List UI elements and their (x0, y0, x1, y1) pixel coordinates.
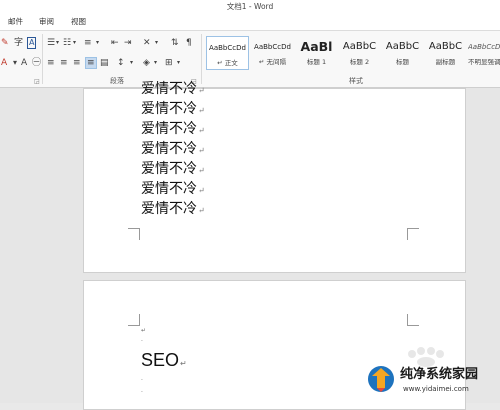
watermark-url: www.yidaimei.com (403, 385, 469, 393)
ribbon-divider (201, 34, 202, 84)
line-spacing-icon[interactable]: ↕ (117, 58, 125, 68)
paragraph-mark-icon: ↵ (198, 166, 205, 175)
distributed-icon[interactable]: ▤ (100, 58, 109, 68)
watermark-title: 纯净系统家园 (400, 367, 479, 382)
styles-group-label: 样式 (349, 77, 363, 85)
ribbon-tabs: 邮件 审阅 视图 (0, 14, 500, 30)
numbering-icon[interactable]: ☷ (63, 38, 71, 48)
crop-mark (407, 314, 419, 326)
paragraph-mark-icon: ↵ (198, 206, 205, 215)
borders-icon[interactable]: ⊞ (165, 58, 173, 68)
sort-icon[interactable]: ⇅ (171, 38, 179, 48)
document-line[interactable]: 爱情不冷↵ (141, 160, 205, 180)
paragraph-mark-icon: ↵ (198, 106, 205, 115)
paragraph-mark-icon: · (141, 377, 143, 384)
chinese-layout-icon[interactable]: ✕ (143, 38, 151, 48)
site-watermark: 纯净系统家园 www.yidaimei.com (366, 358, 500, 403)
multilevel-list-dropdown-icon[interactable]: ▾ (96, 38, 99, 48)
bullets-dropdown-icon[interactable]: ▾ (56, 38, 59, 48)
paragraph-mark-icon: · (141, 389, 143, 396)
crop-mark (407, 228, 419, 240)
character-border-icon[interactable]: A (27, 37, 37, 49)
eraser-icon[interactable]: ✎ (1, 38, 9, 48)
tab-review[interactable]: 审阅 (39, 16, 54, 28)
multilevel-list-icon[interactable]: ≡ (84, 38, 92, 48)
numbering-dropdown-icon[interactable]: ▾ (73, 38, 76, 48)
bullets-icon[interactable]: ☰ (47, 38, 55, 48)
show-formatting-marks-icon[interactable]: ¶ (186, 38, 192, 48)
shading-icon[interactable]: ◈ (143, 58, 150, 68)
document-line[interactable]: 爱情不冷↵ (141, 140, 205, 160)
style-heading-2[interactable]: AaBbC 标题 2 (338, 36, 381, 70)
paragraph-mark-icon: ↵ (198, 126, 205, 135)
paragraph-mark-icon: ↵ (198, 86, 205, 95)
font-color-icon[interactable]: A (1, 58, 7, 68)
style-no-spacing[interactable]: AaBbCcDd ↵ 无间隔 (251, 36, 294, 70)
paragraph-group-label: 段落 (110, 77, 124, 85)
window-title: 文档1 - Word (226, 2, 274, 11)
tab-mailings[interactable]: 邮件 (8, 16, 23, 28)
paragraph-mark-icon: ↵ (198, 146, 205, 155)
chinese-layout-dropdown-icon[interactable]: ▾ (155, 38, 158, 48)
character-shading-icon[interactable]: A (21, 58, 27, 68)
document-line-seo[interactable]: SEO↵ (141, 349, 187, 375)
line-spacing-dropdown-icon[interactable]: ▾ (130, 58, 133, 68)
style-heading-1[interactable]: AaBl 标题 1 (295, 36, 338, 70)
font-color-dropdown-icon[interactable]: ▾ (13, 58, 17, 68)
paragraph-mark-icon: ↵ (141, 327, 147, 334)
paragraph-mark-icon: ↵ (180, 359, 187, 368)
align-center-icon[interactable]: ≡ (60, 58, 68, 68)
document-line[interactable]: 爱情不冷↵ (141, 200, 205, 220)
style-subtle-emphasis[interactable]: AaBbCcD 不明显强调 (468, 36, 500, 70)
site-logo-icon (368, 366, 394, 392)
crop-mark (128, 228, 140, 240)
enclose-character-icon[interactable]: ㊀ (32, 58, 41, 68)
style-normal[interactable]: AaBbCcDd ↵ 正文 (206, 36, 249, 70)
increase-indent-icon[interactable]: ⇥ (124, 38, 132, 48)
document-line[interactable]: 爱情不冷↵ (141, 120, 205, 140)
shading-dropdown-icon[interactable]: ▾ (154, 58, 157, 68)
document-line[interactable]: 爱情不冷↵ (141, 80, 205, 100)
align-left-icon[interactable]: ≡ (47, 58, 55, 68)
borders-dropdown-icon[interactable]: ▾ (177, 58, 180, 68)
document-line[interactable]: 爱情不冷↵ (141, 100, 205, 120)
tab-view[interactable]: 视图 (71, 16, 86, 28)
justify-icon[interactable]: ≡ (85, 57, 97, 69)
align-right-icon[interactable]: ≡ (73, 58, 81, 68)
decrease-indent-icon[interactable]: ⇤ (111, 38, 119, 48)
document-line[interactable]: 爱情不冷↵ (141, 180, 205, 200)
style-subtitle[interactable]: AaBbC 副标题 (424, 36, 467, 70)
phonetic-guide-icon[interactable]: 字 (14, 38, 23, 48)
font-dialog-launcher-icon[interactable]: ◲ (34, 78, 40, 85)
style-title[interactable]: AaBbC 标题 (381, 36, 424, 70)
crop-mark (128, 314, 140, 326)
ribbon: ✎ 字 A A ▾ A ㊀ ☰ ▾ ☷ ▾ ≡ ▾ ⇤ ⇥ ✕ ▾ ⇅ ¶ ≡ … (0, 30, 500, 88)
paragraph-mark-icon: ↵ (198, 186, 205, 195)
paragraph-mark-icon: · (141, 338, 143, 345)
title-bar: 文档1 - Word (0, 0, 500, 15)
ribbon-divider (42, 34, 43, 84)
